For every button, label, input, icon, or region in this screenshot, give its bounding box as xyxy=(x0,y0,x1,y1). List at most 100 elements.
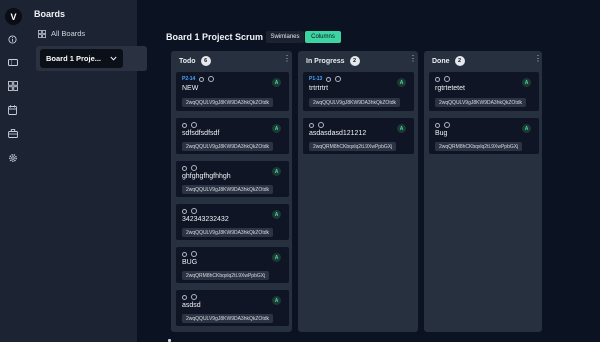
card-title: trtrtrtrt xyxy=(309,85,329,92)
column-title: In Progress xyxy=(306,57,345,65)
task-card[interactable]: P2-14 NEW 2wqQQULV9gJ8KW9DA3hkQkZOtdk A xyxy=(176,72,289,111)
clock-icon xyxy=(199,76,205,82)
status-circle-icon xyxy=(444,122,450,128)
column-count-badge: 2 xyxy=(349,56,360,66)
status-circle-icon xyxy=(191,165,197,171)
assignee-avatar[interactable]: A xyxy=(272,296,281,305)
assignee-avatar[interactable]: A xyxy=(272,124,281,133)
user-avatar[interactable]: V xyxy=(5,8,22,25)
card-title: Bug xyxy=(435,130,448,137)
clock-icon xyxy=(182,122,187,128)
clock-icon xyxy=(326,76,332,82)
board-selector[interactable]: Board 1 Proje... xyxy=(40,49,123,68)
board-title: Board 1 Project Scrum xyxy=(166,32,264,42)
assignee-avatar[interactable]: A xyxy=(272,210,281,219)
clock-icon xyxy=(435,122,440,128)
status-circle-icon xyxy=(318,122,324,128)
status-circle-icon xyxy=(335,76,342,82)
column-header: In Progress 2 xyxy=(306,56,360,66)
assignee-avatar[interactable]: A xyxy=(522,78,531,87)
assignee-avatar[interactable]: A xyxy=(272,78,281,87)
clock-icon xyxy=(309,122,314,128)
clock-icon xyxy=(182,294,187,300)
ticket-icon[interactable] xyxy=(7,57,18,68)
boards-panel: Boards All Boards Board 1 Proje... xyxy=(25,0,147,342)
chevron-down-icon xyxy=(110,56,117,61)
card-title: 342343232432 xyxy=(182,216,229,223)
card-meta xyxy=(182,165,197,171)
column-title: Todo xyxy=(179,57,196,65)
kebab-menu-icon[interactable]: ⋮ xyxy=(409,54,417,63)
status-circle-icon xyxy=(191,122,197,128)
card-meta xyxy=(182,294,197,300)
selected-board-label: Board 1 Proje... xyxy=(46,54,102,63)
card-chip: 2wqQQULV9gJ8KW9DA3hkQkZOtdk xyxy=(182,185,273,194)
task-card[interactable]: Bug 2wqQRM8hCKbqxlq2tL9XwPpbGXj A xyxy=(429,118,539,154)
task-card[interactable]: ghfghgfhgfhhgh 2wqQQULV9gJ8KW9DA3hkQkZOt… xyxy=(176,161,289,197)
card-title: rgtrtetetet xyxy=(435,85,465,92)
card-meta xyxy=(435,122,450,128)
assignee-avatar[interactable]: A xyxy=(522,124,531,133)
column-header: Done 2 xyxy=(432,56,465,66)
status-circle-icon xyxy=(208,76,215,82)
column-done: Done 2 ⋮ rgtrtetetet 2wqQQULV9gJ8KW9DA3h… xyxy=(424,51,542,332)
boards-panel-title: Boards xyxy=(34,9,66,19)
grid-icon xyxy=(38,29,46,38)
card-meta: P1-13 xyxy=(309,76,342,82)
card-title: asdasdasd121212 xyxy=(309,130,367,137)
task-card[interactable]: P1-13 trtrtrtrt 2wqQQULV9gJ8KW9DA3hkQkZO… xyxy=(303,72,414,111)
card-chip: 2wqQQULV9gJ8KW9DA3hkQkZOtdk xyxy=(182,98,273,107)
task-card[interactable]: sdfsdfsdfsdf 2wqQQULV9gJ8KW9DA3hkQkZOtdk… xyxy=(176,118,289,154)
all-boards-link[interactable]: All Boards xyxy=(38,29,85,38)
card-chip: 2wqQQULV9gJ8KW9DA3hkQkZOtdk xyxy=(182,142,273,151)
status-circle-icon xyxy=(191,208,197,214)
ticket-id: P1-13 xyxy=(309,76,323,82)
assignee-avatar[interactable]: A xyxy=(397,124,406,133)
task-card[interactable]: BUG 2wqQRM8hCKbqxlq2tL9XwPpbGXj A xyxy=(176,247,289,283)
card-chip: 2wqQQULV9gJ8KW9DA3hkQkZOtdk xyxy=(435,98,526,107)
task-card[interactable]: 342343232432 2wqQQULV9gJ8KW9DA3hkQkZOtdk… xyxy=(176,204,289,240)
calendar-icon[interactable] xyxy=(7,104,18,115)
card-chip: 2wqQRM8hCKbqxlq2tL9XwPpbGXj xyxy=(309,142,397,151)
boards-icon[interactable] xyxy=(7,80,18,91)
status-circle-icon xyxy=(191,294,197,300)
clock-icon xyxy=(182,251,187,257)
task-card[interactable]: asdasdasd121212 2wqQRM8hCKbqxlq2tL9XwPpb… xyxy=(303,118,414,154)
card-meta xyxy=(182,122,197,128)
card-chip: 2wqQQULV9gJ8KW9DA3hkQkZOtdk xyxy=(182,228,273,237)
card-meta xyxy=(182,208,197,214)
info-icon[interactable] xyxy=(7,34,18,45)
column-todo: Todo 6 ⋮ P2-14 NEW 2wqQQULV9gJ8KW9DA3hkQ… xyxy=(171,51,292,332)
columns-toggle[interactable]: Columns xyxy=(305,31,341,43)
task-card[interactable]: rgtrtetetet 2wqQQULV9gJ8KW9DA3hkQkZOtdk … xyxy=(429,72,539,111)
column-title: Done xyxy=(432,57,450,65)
card-title: ghfghgfhgfhhgh xyxy=(182,173,231,180)
column-in-progress: In Progress 2 ⋮ P1-13 trtrtrtrt 2wqQQULV… xyxy=(298,51,418,332)
status-circle-icon xyxy=(191,251,197,257)
kebab-menu-icon[interactable]: ⋮ xyxy=(283,54,291,63)
card-chip: 2wqQQULV9gJ8KW9DA3hkQkZOtdk xyxy=(309,98,400,107)
card-chip: 2wqQRM8hCKbqxlq2tL9XwPpbGXj xyxy=(182,271,270,280)
card-meta: P2-14 xyxy=(182,76,215,82)
settings-icon[interactable] xyxy=(7,152,18,163)
assignee-avatar[interactable]: A xyxy=(272,167,281,176)
all-boards-label: All Boards xyxy=(51,29,86,38)
status-circle-icon xyxy=(444,76,450,82)
clock-icon xyxy=(435,76,440,82)
kebab-menu-icon[interactable]: ⋮ xyxy=(534,54,542,63)
card-meta xyxy=(435,76,450,82)
swimlanes-toggle[interactable]: Swimlanes xyxy=(266,31,304,43)
clock-icon xyxy=(182,165,187,171)
icon-rail: V xyxy=(0,0,25,342)
assignee-avatar[interactable]: A xyxy=(397,78,406,87)
card-title: BUG xyxy=(182,259,198,266)
task-card[interactable]: asdsd 2wqQQULV9gJ8KW9DA3hkQkZOtdk A xyxy=(176,290,289,326)
card-title: NEW xyxy=(182,85,199,92)
clock-icon xyxy=(182,208,187,214)
assignee-avatar[interactable]: A xyxy=(272,253,281,262)
card-meta xyxy=(309,122,324,128)
briefcase-icon[interactable] xyxy=(7,128,18,139)
ticket-id: P2-14 xyxy=(182,76,196,82)
column-header: Todo 6 xyxy=(179,56,211,66)
column-count-badge: 6 xyxy=(200,56,211,66)
